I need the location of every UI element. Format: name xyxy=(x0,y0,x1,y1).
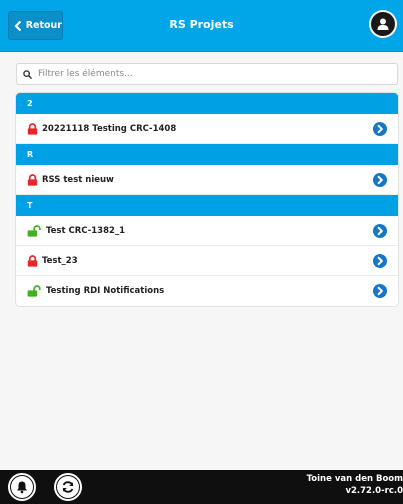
search-box xyxy=(16,63,398,85)
list-item-label: Test_23 xyxy=(42,255,78,266)
page-title: RS Projets xyxy=(169,18,234,31)
list-item-label: RSS test nieuw xyxy=(42,174,114,185)
list-item[interactable]: Test_23 xyxy=(16,246,398,276)
lock-icon xyxy=(27,122,38,135)
bell-icon xyxy=(17,481,27,494)
search-input[interactable] xyxy=(38,69,378,79)
chevron-circle-right-icon[interactable] xyxy=(373,224,387,238)
list-item-label: Test CRC-1382_1 xyxy=(46,225,126,236)
list-item-label: 20221118 Testing CRC-1408 xyxy=(42,123,177,134)
chevron-circle-right-icon[interactable] xyxy=(373,173,387,187)
refresh-icon xyxy=(62,481,74,493)
list-divider: 2 xyxy=(16,93,398,114)
user-icon xyxy=(377,18,389,30)
lock-icon xyxy=(27,173,38,186)
list-item[interactable]: Test CRC-1382_1 xyxy=(16,216,398,246)
unlock-icon xyxy=(27,285,41,297)
search-icon xyxy=(23,69,32,79)
list-divider: R xyxy=(16,144,398,165)
footer-bar: Toine van den Boom v2.72.0-rc.0 xyxy=(0,470,403,504)
project-list: 2 20221118 Testing CRC-1408 R RSS test nieu… xyxy=(16,93,398,306)
refresh-button[interactable] xyxy=(54,473,82,501)
notifications-button[interactable] xyxy=(8,473,36,501)
chevron-circle-right-icon[interactable] xyxy=(373,122,387,136)
list-item[interactable]: RSS test nieuw xyxy=(16,165,398,195)
unlock-icon xyxy=(27,224,41,237)
chevron-circle-right-icon[interactable] xyxy=(373,284,387,298)
list-item-label: Testing RDI Notifications xyxy=(46,286,165,296)
list-item[interactable]: Testing RDI Notifications xyxy=(16,276,398,306)
footer-username: Toine van den Boom xyxy=(306,474,403,484)
list-item[interactable]: 20221118 Testing CRC-1408 xyxy=(16,114,398,144)
lock-icon xyxy=(27,254,38,267)
header-bar: Retour RS Projets xyxy=(0,0,403,52)
user-button[interactable] xyxy=(369,10,397,38)
list-divider: T xyxy=(16,195,398,216)
footer-version: v2.72.0-rc.0 xyxy=(345,486,403,496)
chevron-circle-right-icon[interactable] xyxy=(373,254,387,268)
